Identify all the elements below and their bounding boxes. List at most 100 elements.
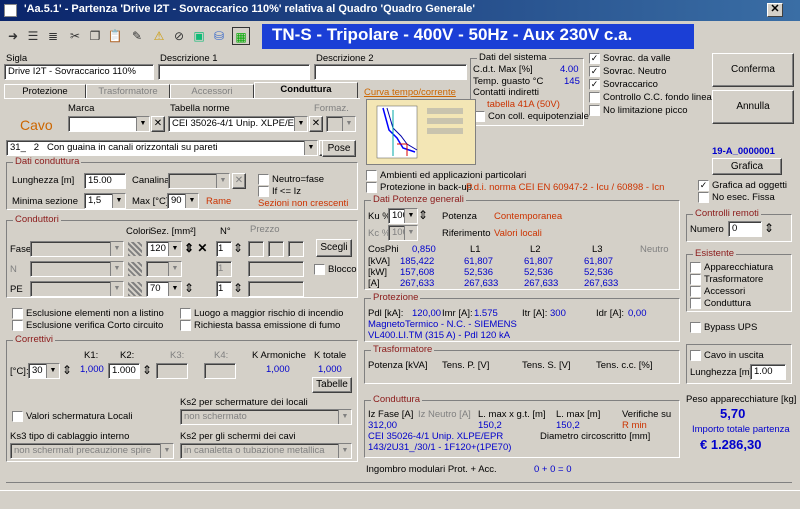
luogo-checkbox[interactable] bbox=[180, 308, 191, 319]
chevron-down-icon[interactable]: ▼ bbox=[160, 444, 173, 458]
fase-n-input[interactable]: 1 bbox=[216, 241, 232, 257]
cut-icon[interactable]: ✂ bbox=[66, 27, 84, 45]
tab-accessori[interactable]: Accessori bbox=[170, 84, 254, 99]
ku-spinner[interactable]: ⇕ bbox=[418, 208, 428, 222]
lunghezza-input[interactable]: 15.00 bbox=[84, 173, 126, 189]
no-esec-checkbox[interactable] bbox=[698, 192, 709, 203]
paste-icon[interactable]: 📋 bbox=[106, 27, 124, 45]
list-icon[interactable]: ☰ bbox=[24, 27, 42, 45]
ks2-locali-select[interactable]: non schermato ▼ bbox=[180, 409, 352, 425]
close-button[interactable]: ✕ bbox=[767, 3, 783, 17]
esistente-checkbox[interactable] bbox=[690, 274, 701, 285]
n-sez-select[interactable]: ▼ bbox=[146, 261, 182, 277]
tab-conduttura[interactable]: Conduttura bbox=[254, 82, 358, 99]
max-select[interactable]: 90 ▼ bbox=[167, 193, 199, 209]
chevron-down-icon[interactable]: ▼ bbox=[294, 117, 307, 131]
temp-select[interactable]: 30 ▼ bbox=[28, 363, 60, 379]
chevron-down-icon[interactable]: ▼ bbox=[46, 364, 59, 378]
numero-input[interactable]: 0 bbox=[728, 221, 762, 237]
if-iz-checkbox[interactable] bbox=[258, 186, 269, 197]
tabella-select[interactable]: CEI 35026-4/1 Unip. XLPE/EPR ▼ bbox=[168, 116, 308, 132]
fase-color-select[interactable]: ▼ bbox=[30, 241, 124, 257]
ks3-select[interactable]: non schermati precauzione spire ▼ bbox=[10, 443, 174, 459]
k2-spinner[interactable]: ⇕ bbox=[142, 363, 152, 377]
sigla-input[interactable]: Drive I2T - Sovraccarico 110% bbox=[4, 64, 154, 80]
chevron-down-icon[interactable]: ▼ bbox=[168, 262, 181, 276]
escl-cc-checkbox[interactable] bbox=[12, 320, 23, 331]
calculator-icon[interactable]: ▦ bbox=[232, 27, 250, 45]
clear-canalina-button[interactable]: ✕ bbox=[232, 173, 246, 189]
tab-trasformatore[interactable]: Trasformatore bbox=[86, 84, 170, 99]
marca-select[interactable]: ▼ bbox=[68, 116, 150, 132]
db-icon[interactable]: ⛁ bbox=[210, 27, 228, 45]
fase-sez-select[interactable]: 120 ▼ bbox=[146, 241, 182, 257]
copy-icon[interactable]: ❐ bbox=[86, 27, 104, 45]
ambienti-checkbox[interactable] bbox=[366, 170, 377, 181]
ks2-cavi-select[interactable]: in canaletta o tubazione metallica ▼ bbox=[180, 443, 352, 459]
chevron-down-icon[interactable]: ▼ bbox=[110, 262, 123, 276]
esistente-checkbox[interactable] bbox=[690, 262, 701, 273]
valori-checkbox[interactable] bbox=[12, 411, 23, 422]
cavo-uscita-checkbox[interactable] bbox=[690, 350, 701, 361]
uscita-lunghezza-input[interactable]: 1.00 bbox=[750, 364, 786, 380]
backup-checkbox[interactable] bbox=[366, 182, 377, 193]
pe-sez-select[interactable]: 70 ▼ bbox=[146, 281, 182, 297]
arrow-icon[interactable]: ➜ bbox=[4, 27, 22, 45]
bypass-checkbox[interactable] bbox=[690, 322, 701, 333]
k3-input[interactable] bbox=[156, 363, 188, 379]
temp-spinner[interactable]: ⇕ bbox=[62, 363, 72, 377]
pe-spinner[interactable]: ⇕ bbox=[184, 281, 194, 295]
grafica-oggetti-checkbox[interactable]: ✓ bbox=[698, 180, 709, 191]
flag-checkbox[interactable] bbox=[589, 92, 600, 103]
warning-icon[interactable]: ⚠ bbox=[150, 27, 168, 45]
conferma-button[interactable]: Conferma bbox=[712, 53, 794, 87]
grafica-button[interactable]: Grafica bbox=[712, 158, 782, 175]
scegli-button[interactable]: Scegli bbox=[316, 239, 352, 257]
n-color-select[interactable]: ▼ bbox=[30, 261, 124, 277]
chevron-down-icon[interactable]: ▼ bbox=[110, 242, 123, 256]
annulla-button[interactable]: Annulla bbox=[712, 90, 794, 124]
fase-n-spinner[interactable]: ⇕ bbox=[233, 241, 243, 255]
chevron-down-icon[interactable]: ▼ bbox=[216, 174, 229, 188]
curva-thumbnail[interactable] bbox=[366, 99, 476, 165]
chevron-down-icon[interactable]: ▼ bbox=[304, 141, 317, 155]
numero-spinner[interactable]: ⇕ bbox=[764, 221, 774, 235]
kc-select[interactable]: 100 ▼ bbox=[388, 225, 418, 241]
flag-checkbox[interactable]: ✓ bbox=[589, 79, 600, 90]
pe-n-input[interactable]: 1 bbox=[216, 281, 232, 297]
neutro-fase-checkbox[interactable] bbox=[258, 174, 269, 185]
desc2-input[interactable] bbox=[314, 64, 467, 80]
flag-checkbox[interactable]: ✓ bbox=[589, 66, 600, 77]
pe-color-select[interactable]: ▼ bbox=[30, 281, 124, 297]
pose-button[interactable]: Pose bbox=[322, 140, 356, 157]
chevron-down-icon[interactable]: ▼ bbox=[136, 117, 149, 131]
chevron-down-icon[interactable]: ▼ bbox=[338, 444, 351, 458]
tab-protezione[interactable]: Protezione bbox=[4, 84, 86, 99]
pe-n-spinner[interactable]: ⇕ bbox=[233, 281, 243, 295]
chevron-down-icon[interactable]: ▼ bbox=[168, 242, 181, 256]
edit-icon[interactable]: ✎ bbox=[128, 27, 146, 45]
posa-select[interactable]: 31_ 2 Con guaina in canali orizzontali s… bbox=[6, 140, 318, 156]
chevron-down-icon[interactable]: ▼ bbox=[112, 194, 125, 208]
canalina-select[interactable]: ▼ bbox=[168, 173, 230, 189]
print-icon[interactable]: ▣ bbox=[190, 27, 208, 45]
chevron-down-icon[interactable]: ▼ bbox=[110, 282, 123, 296]
chevron-down-icon[interactable]: ▼ bbox=[168, 282, 181, 296]
chevron-down-icon[interactable]: ▼ bbox=[404, 209, 417, 223]
k4-input[interactable] bbox=[204, 363, 236, 379]
escl-listino-checkbox[interactable] bbox=[12, 308, 23, 319]
formaz-select[interactable]: ▼ bbox=[326, 116, 356, 132]
k2-input[interactable]: 1.000 bbox=[108, 363, 140, 379]
flag-checkbox[interactable] bbox=[589, 105, 600, 116]
clear-marca-button[interactable]: ✕ bbox=[151, 116, 165, 132]
flag-checkbox[interactable]: ✓ bbox=[589, 53, 600, 64]
ku-select[interactable]: 100 ▼ bbox=[388, 208, 418, 224]
list2-icon[interactable]: ≣ bbox=[44, 27, 62, 45]
richiesta-checkbox[interactable] bbox=[180, 320, 191, 331]
n-n-input[interactable]: 1 bbox=[216, 261, 232, 277]
esistente-checkbox[interactable] bbox=[690, 286, 701, 297]
forbid-icon[interactable]: ⊘ bbox=[170, 27, 188, 45]
tabelle-button[interactable]: Tabelle bbox=[312, 377, 352, 393]
blocco-checkbox[interactable] bbox=[314, 264, 325, 275]
esistente-checkbox[interactable] bbox=[690, 298, 701, 309]
